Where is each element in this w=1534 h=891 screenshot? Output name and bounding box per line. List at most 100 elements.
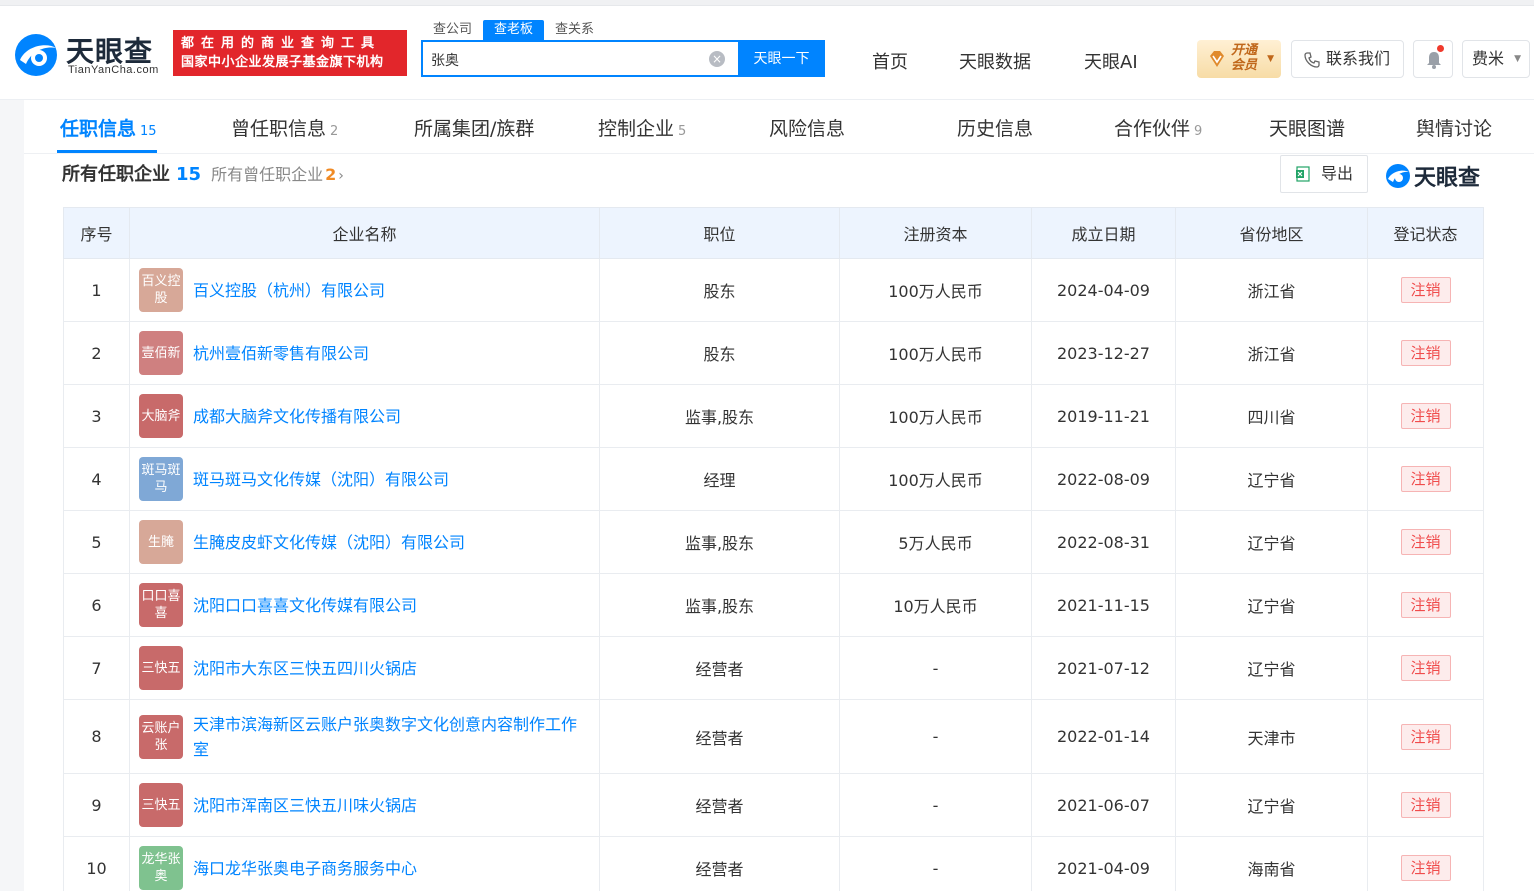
notification-button[interactable] xyxy=(1413,40,1453,78)
cell-capital: - xyxy=(839,699,1032,774)
table-row[interactable]: 10 龙华张奥 海口龙华张奥电子商务服务中心 经营者 -2021-04-09 海南省 注销 xyxy=(63,836,1484,891)
company-avatar[interactable]: 三快五 xyxy=(139,783,183,827)
nav-tianyan-data[interactable]: 天眼数据 xyxy=(959,48,1031,74)
tab-history-info[interactable]: 历史信息 xyxy=(957,114,1033,141)
tab-controlled-companies[interactable]: 控制企业 5 xyxy=(598,114,686,141)
cell-no: 6 xyxy=(63,573,130,637)
company-avatar[interactable]: 壹佰新 xyxy=(139,331,183,375)
export-button[interactable]: 导出 xyxy=(1280,155,1368,193)
search-tab-boss[interactable]: 查老板 xyxy=(483,20,545,40)
table-row[interactable]: 3 大脑斧 成都大脑斧文化传播有限公司 监事,股东 100万人民币 2019-11-21 四… xyxy=(63,384,1484,448)
company-avatar[interactable]: 斑马斑马 xyxy=(139,457,183,501)
tianyancha-logo[interactable]: 天眼查 TianYanCha.com xyxy=(12,30,167,80)
company-name-link[interactable]: 杭州壹佰新零售有限公司 xyxy=(193,341,381,366)
past-companies-count[interactable]: 2 xyxy=(325,165,336,184)
clear-icon[interactable]: × xyxy=(709,51,725,67)
tab-groups[interactable]: 所属集团/族群 xyxy=(414,114,534,141)
company-name-link[interactable]: 沈阳市浑南区三快五川味火锅店 xyxy=(193,793,429,818)
cell-capital: - xyxy=(839,636,1032,700)
tab-risk-info[interactable]: 风险信息 xyxy=(769,114,845,141)
cell-status: 注销 xyxy=(1367,384,1484,448)
tab-count: 2 xyxy=(330,124,339,139)
company-avatar[interactable]: 大脑斧 xyxy=(139,394,183,438)
nav-home[interactable]: 首页 xyxy=(872,48,908,74)
status-badge: 注销 xyxy=(1400,792,1451,818)
tab-past-positions[interactable]: 曾任职信息 2 xyxy=(231,114,338,141)
cell-region: 辽宁省 xyxy=(1175,447,1368,511)
search-button[interactable]: 天眼一下 xyxy=(738,40,825,77)
main-content: 任职信息 15 曾任职信息 2 所属集团/族群 控制企业 5 风险信息 历史信息 合作… xyxy=(24,100,1534,891)
excel-icon xyxy=(1296,166,1310,182)
search-tab-relation[interactable]: 查关系 xyxy=(544,20,605,40)
table-row[interactable]: 1 百义控股 百义控股（杭州）有限公司 股东 100万人民币 2024-04-09 浙江省注… xyxy=(63,258,1484,322)
company-avatar[interactable]: 口口喜喜 xyxy=(139,583,183,627)
table-row[interactable]: 4 斑马斑马 斑马斑马文化传媒（沈阳）有限公司 经理 100万人民币 2022-08-09… xyxy=(63,447,1484,511)
company-wrap: 三快五 沈阳市浑南区三快五川味火锅店 xyxy=(139,783,599,827)
bell-icon xyxy=(1427,52,1441,69)
cell-position: 监事,股东 xyxy=(599,384,840,448)
chevron-right-icon[interactable]: › xyxy=(338,168,344,184)
table-row[interactable]: 6 口口喜喜 沈阳口口喜喜文化传媒有限公司 监事,股东 10万人民币 2021-11-15… xyxy=(63,573,1484,637)
tab-label: 所属集团/族群 xyxy=(414,118,535,140)
company-name-link[interactable]: 沈阳口口喜喜文化传媒有限公司 xyxy=(193,593,429,618)
cell-no: 8 xyxy=(63,699,130,774)
contact-us-label: 联系我们 xyxy=(1326,49,1391,68)
company-name-link[interactable]: 海口龙华张奥电子商务服务中心 xyxy=(193,856,429,881)
company-avatar[interactable]: 百义控股 xyxy=(139,268,183,312)
cell-no: 5 xyxy=(63,510,130,574)
cell-company: 大脑斧 成都大脑斧文化传播有限公司 xyxy=(129,384,600,448)
tab-current-positions[interactable]: 任职信息 15 xyxy=(60,114,157,141)
company-wrap: 斑马斑马 斑马斑马文化传媒（沈阳）有限公司 xyxy=(139,457,599,501)
company-name-link[interactable]: 沈阳市大东区三快五四川火锅店 xyxy=(193,656,429,681)
tab-tianyan-graph[interactable]: 天眼图谱 xyxy=(1269,114,1345,141)
status-badge: 注销 xyxy=(1400,340,1451,366)
table-row[interactable]: 9 三快五 沈阳市浑南区三快五川味火锅店 经营者 -2021-06-07 辽宁省 注销 xyxy=(63,773,1484,837)
company-name-link[interactable]: 成都大脑斧文化传播有限公司 xyxy=(193,404,413,429)
section-title: 所有任职企业 xyxy=(62,164,170,185)
tab-label: 历史信息 xyxy=(957,118,1034,140)
table-row[interactable]: 5 生腌 生腌皮皮虾文化传媒（沈阳）有限公司 监事,股东 5万人民币 2022-08-31… xyxy=(63,510,1484,574)
status-badge: 注销 xyxy=(1400,277,1451,303)
company-avatar[interactable]: 生腌 xyxy=(139,520,183,564)
col-header-region: 省份地区 xyxy=(1175,207,1368,259)
cell-position: 股东 xyxy=(599,321,840,385)
search-input[interactable] xyxy=(431,50,691,70)
col-header-date: 成立日期 xyxy=(1031,207,1176,259)
search-box: × xyxy=(421,40,739,77)
company-avatar[interactable]: 龙华张奥 xyxy=(139,846,183,890)
logo-subtext: TianYanCha.com xyxy=(68,64,159,76)
cell-no: 2 xyxy=(63,321,130,385)
company-name-link[interactable]: 生腌皮皮虾文化传媒（沈阳）有限公司 xyxy=(193,530,477,555)
company-avatar[interactable]: 三快五 xyxy=(139,646,183,690)
cell-position: 股东 xyxy=(599,258,840,322)
cell-region: 辽宁省 xyxy=(1175,510,1368,574)
table-row[interactable]: 8 云账户张 天津市滨海新区云账户张奥数字文化创意内容制作工作室 经营者 -2022-0… xyxy=(63,699,1484,774)
table-row[interactable]: 7 三快五 沈阳市大东区三快五四川火锅店 经营者 -2021-07-12 辽宁省 注销 xyxy=(63,636,1484,700)
company-name-link[interactable]: 百义控股（杭州）有限公司 xyxy=(193,278,397,303)
cell-region: 四川省 xyxy=(1175,384,1368,448)
contact-us-button[interactable]: 联系我们 xyxy=(1291,40,1404,78)
cell-status: 注销 xyxy=(1367,636,1484,700)
cell-region: 天津市 xyxy=(1175,699,1368,774)
search-tab-company[interactable]: 查公司 xyxy=(422,20,483,40)
tab-count: 15 xyxy=(140,124,157,139)
slogan-line-1: 都在用的商业查询工具 xyxy=(181,36,382,51)
nav-tianyan-ai[interactable]: 天眼AI xyxy=(1084,48,1138,74)
company-avatar[interactable]: 云账户张 xyxy=(139,714,183,759)
table-row[interactable]: 2 壹佰新 杭州壹佰新零售有限公司 股东 100万人民币 2023-12-27 浙江省 注销 xyxy=(63,321,1484,385)
tab-partners[interactable]: 合作伙伴 9 xyxy=(1114,114,1202,141)
tab-label: 舆情讨论 xyxy=(1416,118,1493,140)
section-tabs: 任职信息 15 曾任职信息 2 所属集团/族群 控制企业 5 风险信息 历史信息 合作… xyxy=(24,100,1534,154)
cell-status: 注销 xyxy=(1367,573,1484,637)
past-companies-link[interactable]: 所有曾任职企业 xyxy=(211,165,323,184)
vip-label-line-2: 会员 xyxy=(1231,58,1258,73)
cell-capital: 5万人民币 xyxy=(839,510,1032,574)
tab-label: 曾任职信息 xyxy=(231,118,327,140)
tab-label: 任职信息 xyxy=(60,118,137,140)
cell-date: 2019-11-21 xyxy=(1031,384,1176,448)
tab-public-opinion[interactable]: 舆情讨论 xyxy=(1416,114,1492,141)
company-name-link[interactable]: 天津市滨海新区云账户张奥数字文化创意内容制作工作室 xyxy=(193,712,599,762)
company-name-link[interactable]: 斑马斑马文化传媒（沈阳）有限公司 xyxy=(193,467,461,492)
user-menu[interactable]: 费米 ▼ xyxy=(1462,40,1530,78)
vip-button[interactable]: 开通 会员 ▼ xyxy=(1197,40,1281,78)
